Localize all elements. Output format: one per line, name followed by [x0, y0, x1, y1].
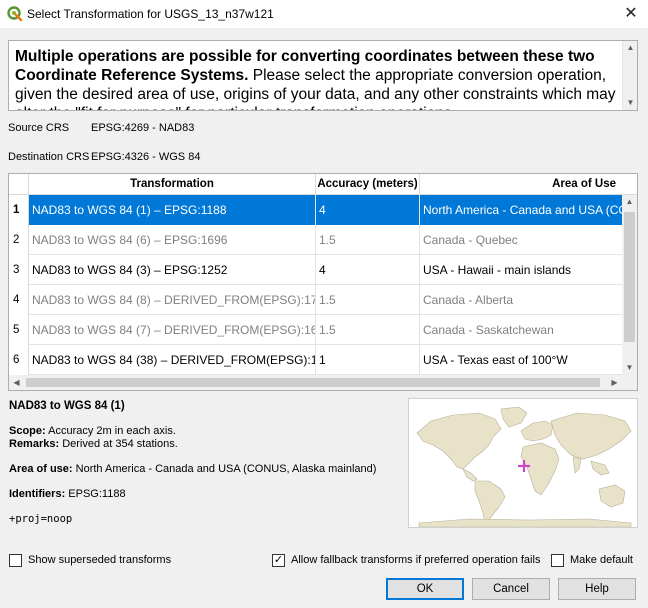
details-identifiers: Identifiers: EPSG:1188 — [9, 488, 401, 501]
cell-area-of-use[interactable]: North America - Canada and USA (CONUS, A… — [420, 195, 624, 225]
row-number[interactable]: 5 — [9, 315, 29, 345]
details-proj-string: +proj=noop — [9, 513, 73, 525]
row-number[interactable]: 1 — [9, 195, 29, 225]
area-of-use-map — [408, 398, 638, 528]
row-number[interactable]: 4 — [9, 285, 29, 315]
scroll-up-icon[interactable]: ▲ — [622, 195, 637, 209]
checkmark-icon[interactable]: ✓ — [272, 554, 285, 567]
details-name: NAD83 to WGS 84 (1) — [9, 400, 125, 412]
details-remarks-value: Derived at 354 stations. — [59, 438, 178, 450]
show-superseded-label[interactable]: Show superseded transforms — [28, 554, 171, 566]
help-button[interactable]: Help — [558, 578, 636, 600]
info-message: Multiple operations are possible for con… — [15, 47, 621, 110]
table-row[interactable]: 6 NAD83 to WGS 84 (38) – DERIVED_FROM(EP… — [9, 345, 637, 375]
row-number[interactable]: 6 — [9, 345, 29, 375]
source-crs-value: EPSG:4269 - NAD83 — [91, 122, 195, 134]
destination-crs-label: Destination CRS — [8, 151, 90, 163]
row-number[interactable]: 3 — [9, 255, 29, 285]
details-identifiers-label: Identifiers: — [9, 488, 66, 500]
table-row[interactable]: 5 NAD83 to WGS 84 (7) – DERIVED_FROM(EPS… — [9, 315, 637, 345]
message-scrollbar[interactable]: ▲ ▼ — [622, 41, 637, 110]
details-area-value: North America - Canada and USA (CONUS, A… — [72, 463, 377, 475]
info-message-box[interactable]: Multiple operations are possible for con… — [8, 40, 638, 111]
destination-crs-value: EPSG:4326 - WGS 84 — [91, 151, 201, 163]
cell-accuracy[interactable]: 4 — [316, 195, 420, 225]
ok-button[interactable]: OK — [386, 578, 464, 600]
header-accuracy[interactable]: Accuracy (meters) — [316, 174, 420, 195]
cell-transformation[interactable]: NAD83 to WGS 84 (6) – EPSG:1696 — [29, 225, 316, 255]
allow-fallback-label[interactable]: Allow fallback transforms if preferred o… — [291, 554, 540, 566]
details-area-label: Area of use: — [9, 463, 73, 475]
scrollbar-thumb[interactable] — [624, 212, 635, 342]
cell-area-of-use[interactable]: USA - Hawaii - main islands — [420, 255, 624, 285]
details-area: Area of use: North America - Canada and … — [9, 463, 401, 476]
table-header: Transformation Accuracy (meters) Area of… — [9, 174, 637, 195]
table-horizontal-scrollbar[interactable]: ◀ ▶ — [9, 375, 637, 390]
cell-area-of-use[interactable]: USA - Texas east of 100°W — [420, 345, 624, 375]
header-transformation[interactable]: Transformation — [29, 174, 316, 195]
close-icon[interactable]: ✕ — [614, 0, 648, 28]
qgis-icon — [7, 6, 23, 22]
table-vertical-scrollbar[interactable]: ▲ ▼ — [622, 195, 637, 375]
transformation-details: NAD83 to WGS 84 (1) Scope: Accuracy 2m i… — [9, 400, 401, 526]
cell-transformation[interactable]: NAD83 to WGS 84 (1) – EPSG:1188 — [29, 195, 316, 225]
table-row[interactable]: 3 NAD83 to WGS 84 (3) – EPSG:1252 4 USA … — [9, 255, 637, 285]
details-scope-value: Accuracy 2m in each axis. — [45, 425, 176, 437]
cell-accuracy[interactable]: 1 — [316, 345, 420, 375]
scroll-left-icon[interactable]: ◀ — [9, 375, 24, 390]
cell-accuracy[interactable]: 1.5 — [316, 225, 420, 255]
scroll-down-icon[interactable]: ▼ — [622, 361, 637, 375]
checkbox-box[interactable] — [551, 554, 564, 567]
source-crs-row: Source CRS EPSG:4269 - NAD83 — [8, 122, 194, 134]
row-number[interactable]: 2 — [9, 225, 29, 255]
cell-area-of-use[interactable]: Canada - Alberta — [420, 285, 624, 315]
source-crs-label: Source CRS — [8, 122, 70, 134]
scroll-down-icon[interactable]: ▼ — [623, 96, 637, 110]
scroll-right-icon[interactable]: ▶ — [607, 375, 622, 390]
world-map-graphic — [409, 399, 637, 528]
table-row[interactable]: 1 NAD83 to WGS 84 (1) – EPSG:1188 4 Nort… — [9, 195, 637, 225]
window-title: Select Transformation for USGS_13_n37w12… — [27, 7, 274, 21]
header-area-of-use[interactable]: Area of Use — [420, 174, 624, 195]
header-corner — [9, 174, 29, 195]
make-default-label[interactable]: Make default — [570, 554, 633, 566]
details-scope-label: Scope: — [9, 425, 46, 437]
cell-area-of-use[interactable]: Canada - Quebec — [420, 225, 624, 255]
details-identifiers-value: EPSG:1188 — [65, 488, 126, 500]
title-bar: Select Transformation for USGS_13_n37w12… — [0, 0, 648, 28]
table-row[interactable]: 2 NAD83 to WGS 84 (6) – EPSG:1696 1.5 Ca… — [9, 225, 637, 255]
transformations-table[interactable]: Transformation Accuracy (meters) Area of… — [8, 173, 638, 391]
cell-transformation[interactable]: NAD83 to WGS 84 (38) – DERIVED_FROM(EPSG… — [29, 345, 316, 375]
scrollbar-thumb[interactable] — [26, 378, 600, 387]
checkbox-box[interactable] — [9, 554, 22, 567]
cell-transformation[interactable]: NAD83 to WGS 84 (7) – DERIVED_FROM(EPSG)… — [29, 315, 316, 345]
cell-transformation[interactable]: NAD83 to WGS 84 (8) – DERIVED_FROM(EPSG)… — [29, 285, 316, 315]
cancel-button[interactable]: Cancel — [472, 578, 550, 600]
cell-transformation[interactable]: NAD83 to WGS 84 (3) – EPSG:1252 — [29, 255, 316, 285]
cell-area-of-use[interactable]: Canada - Saskatchewan — [420, 315, 624, 345]
cell-accuracy[interactable]: 1.5 — [316, 315, 420, 345]
details-remarks: Remarks: Derived at 354 stations. — [9, 438, 401, 451]
details-remarks-label: Remarks: — [9, 438, 60, 450]
details-scope: Scope: Accuracy 2m in each axis. — [9, 425, 401, 438]
cell-accuracy[interactable]: 4 — [316, 255, 420, 285]
destination-crs-row: Destination CRS EPSG:4326 - WGS 84 — [8, 151, 200, 163]
scroll-up-icon[interactable]: ▲ — [623, 41, 637, 55]
table-row[interactable]: 4 NAD83 to WGS 84 (8) – DERIVED_FROM(EPS… — [9, 285, 637, 315]
cell-accuracy[interactable]: 1.5 — [316, 285, 420, 315]
